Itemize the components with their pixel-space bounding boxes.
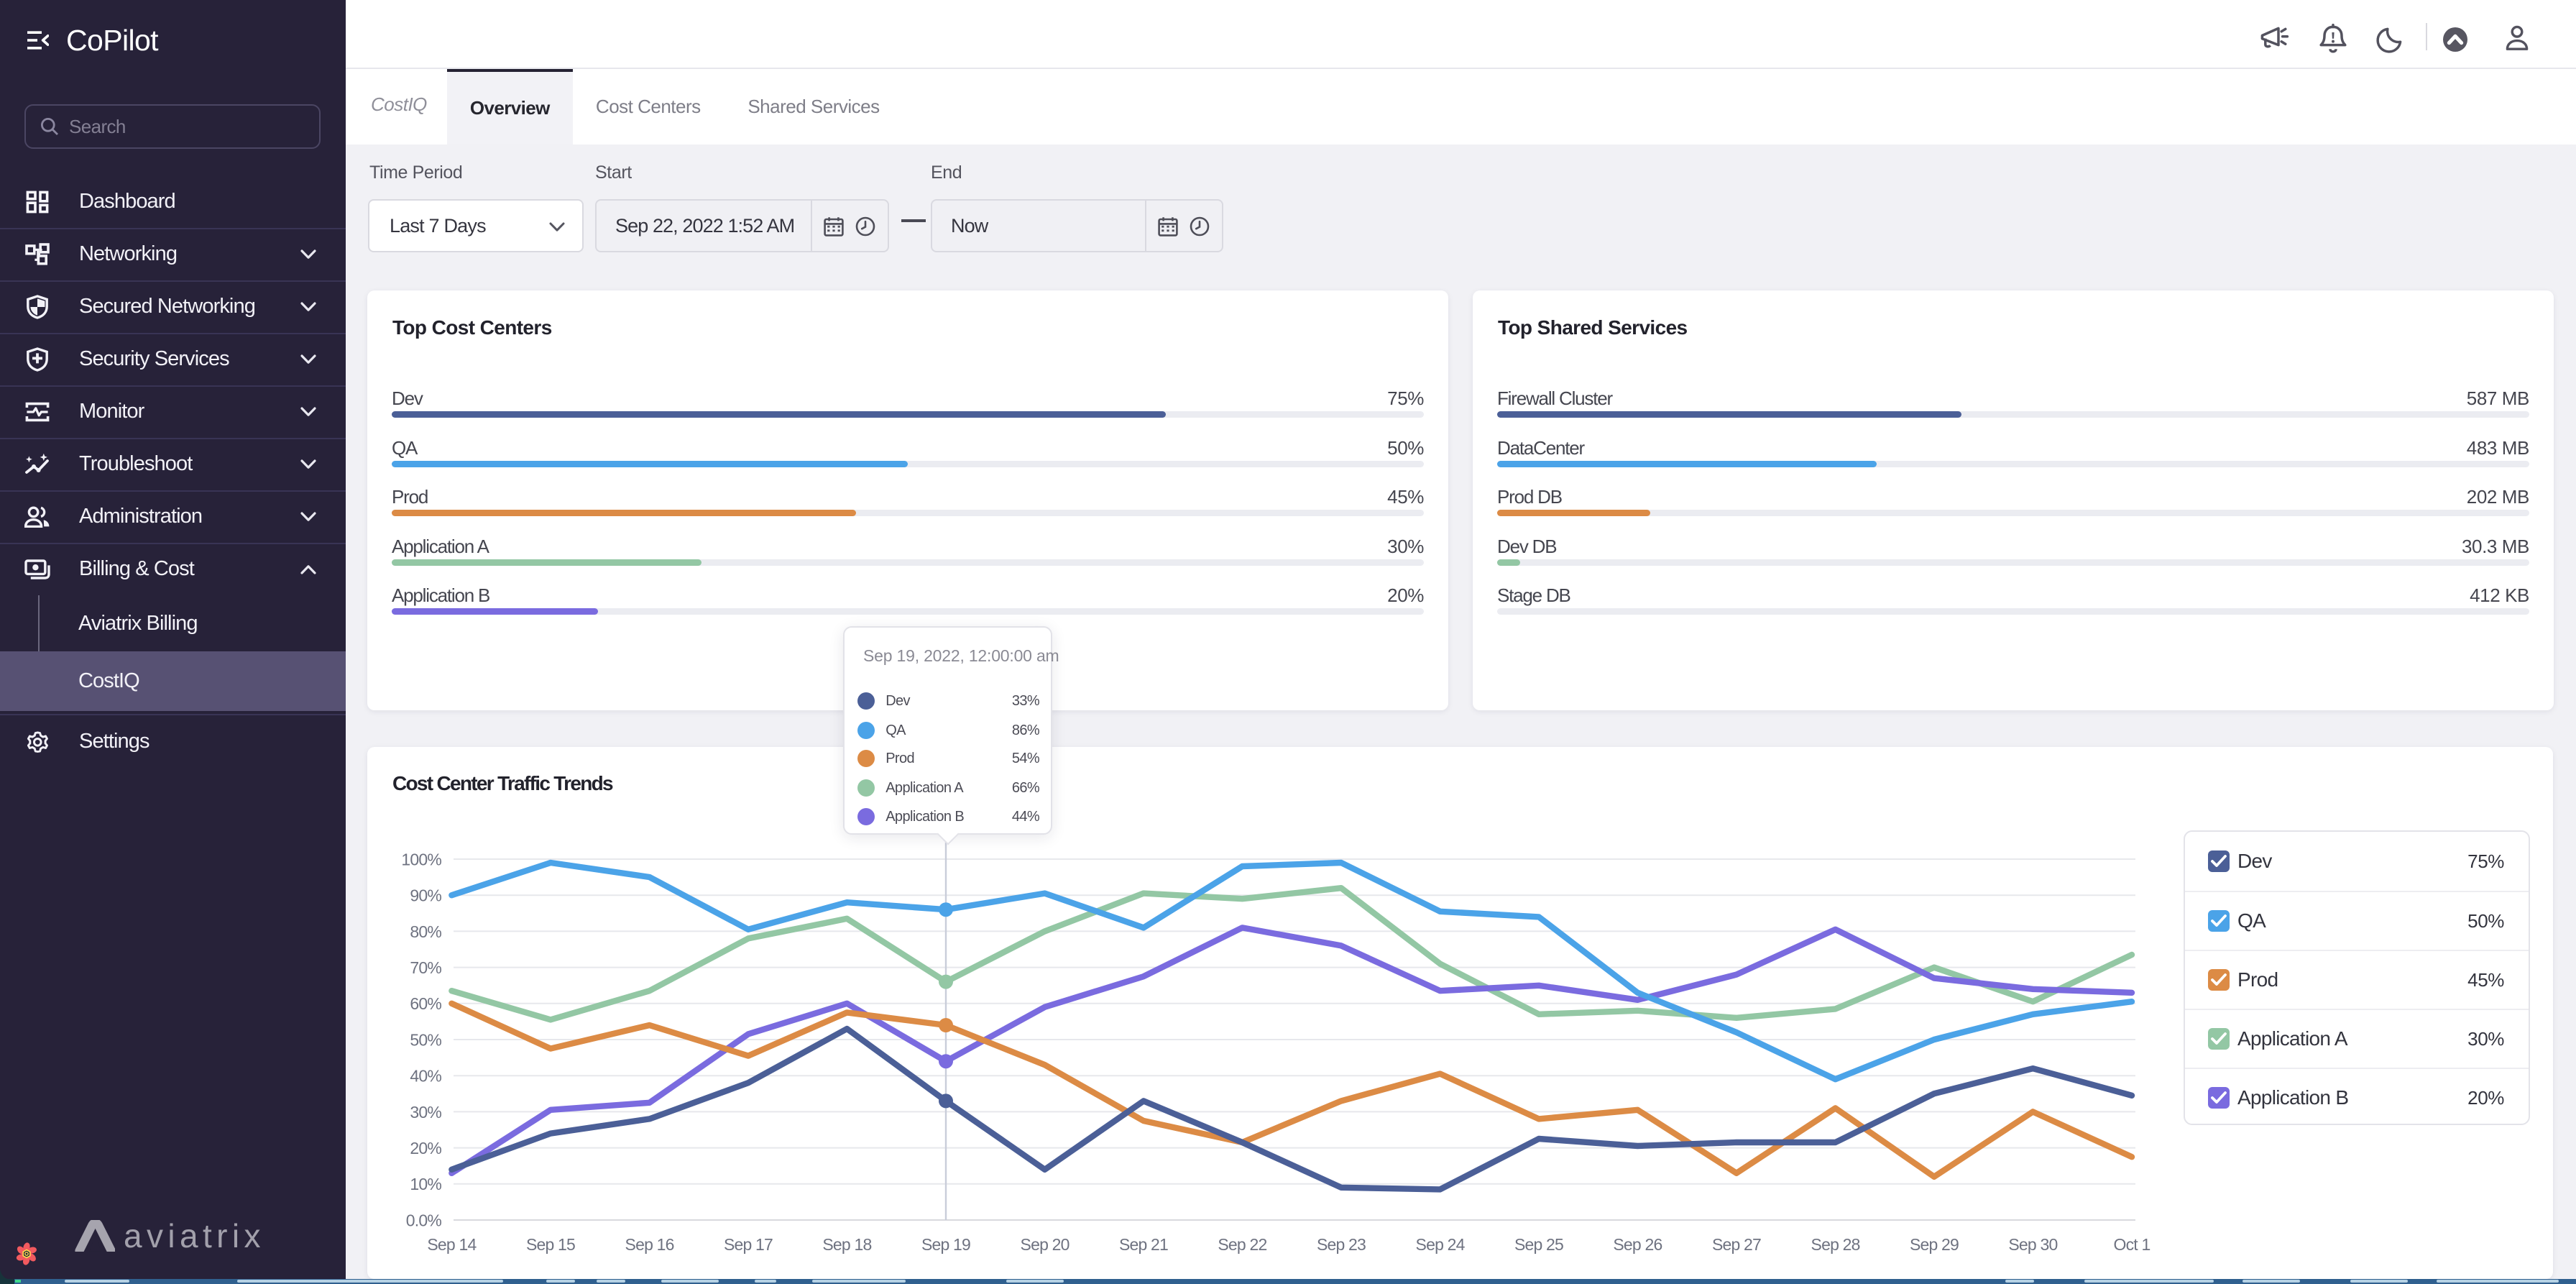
svg-text:0.0%: 0.0% xyxy=(406,1211,442,1229)
svg-text:Sep 17: Sep 17 xyxy=(724,1235,773,1254)
svg-text:Sep 30: Sep 30 xyxy=(2008,1235,2057,1254)
svg-text:Sep 16: Sep 16 xyxy=(625,1235,674,1254)
svg-text:10%: 10% xyxy=(410,1175,441,1193)
svg-text:Sep 26: Sep 26 xyxy=(1613,1235,1662,1254)
svg-text:Sep 29: Sep 29 xyxy=(1910,1235,1959,1254)
svg-text:Sep 20: Sep 20 xyxy=(1021,1235,1070,1254)
svg-text:Sep 24: Sep 24 xyxy=(1416,1235,1466,1254)
svg-text:Sep 23: Sep 23 xyxy=(1317,1235,1366,1254)
svg-text:100%: 100% xyxy=(401,850,441,868)
svg-text:Sep 25: Sep 25 xyxy=(1514,1235,1563,1254)
svg-text:Oct 1: Oct 1 xyxy=(2114,1235,2150,1254)
svg-text:Sep 28: Sep 28 xyxy=(1811,1235,1860,1254)
svg-text:30%: 30% xyxy=(410,1103,441,1122)
svg-text:70%: 70% xyxy=(410,958,441,977)
svg-text:Sep 27: Sep 27 xyxy=(1712,1235,1761,1254)
svg-text:20%: 20% xyxy=(410,1139,441,1157)
svg-text:90%: 90% xyxy=(410,886,441,905)
svg-text:80%: 80% xyxy=(410,922,441,941)
svg-text:60%: 60% xyxy=(410,994,441,1013)
svg-text:Sep 14: Sep 14 xyxy=(427,1235,477,1254)
svg-text:40%: 40% xyxy=(410,1067,441,1086)
svg-text:Sep 21: Sep 21 xyxy=(1119,1235,1168,1254)
svg-text:Sep 18: Sep 18 xyxy=(822,1235,871,1254)
svg-text:Sep 22: Sep 22 xyxy=(1218,1235,1266,1254)
svg-text:Sep 19: Sep 19 xyxy=(921,1235,970,1254)
svg-text:50%: 50% xyxy=(410,1030,441,1049)
svg-text:Sep 15: Sep 15 xyxy=(526,1235,575,1254)
